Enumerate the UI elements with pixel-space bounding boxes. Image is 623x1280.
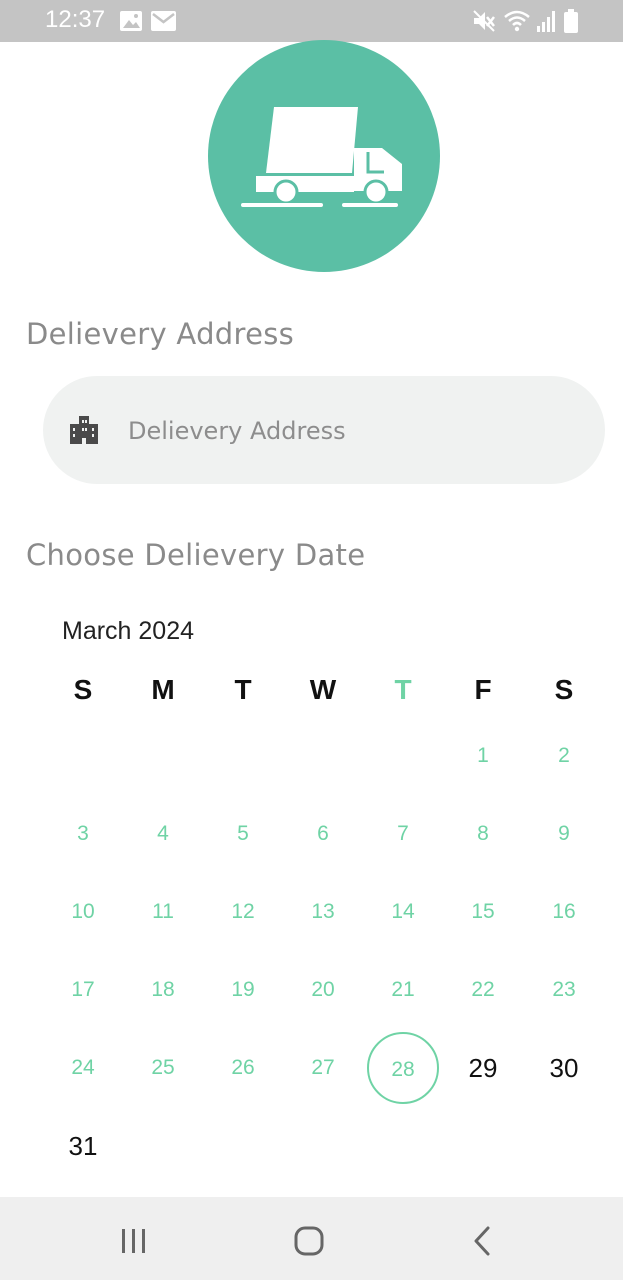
calendar-day[interactable]: 23	[528, 954, 600, 1026]
calendar-day[interactable]: 1	[447, 720, 519, 792]
calendar-day-selected[interactable]: 28	[367, 1032, 439, 1104]
calendar-day[interactable]: 31	[47, 1110, 119, 1182]
calendar-month-label[interactable]: March 2024	[62, 617, 194, 646]
calendar-day[interactable]: 2	[528, 720, 600, 792]
calendar-day[interactable]: 29	[447, 1032, 519, 1104]
calendar-day[interactable]: 13	[287, 876, 359, 948]
weekday-label: F	[474, 674, 492, 705]
calendar-day[interactable]: 19	[207, 954, 279, 1026]
calendar-day[interactable]: 26	[207, 1032, 279, 1104]
weekday-label: S	[73, 674, 93, 705]
delivery-truck-icon	[241, 107, 402, 207]
address-field[interactable]	[43, 376, 605, 484]
building-icon	[70, 416, 98, 444]
calendar-day[interactable]: 27	[287, 1032, 359, 1104]
calendar-day[interactable]: 6	[287, 798, 359, 870]
calendar-day[interactable]: 22	[447, 954, 519, 1026]
back-icon[interactable]	[461, 1219, 505, 1263]
navigation-bar	[0, 1197, 623, 1280]
calendar-day[interactable]: 3	[47, 798, 119, 870]
recent-apps-icon[interactable]	[112, 1219, 156, 1263]
weekday-label: S	[554, 674, 574, 705]
weekday-label: T	[394, 674, 412, 705]
calendar-day[interactable]: 30	[528, 1032, 600, 1104]
calendar-day[interactable]: 5	[207, 798, 279, 870]
calendar-day[interactable]: 14	[367, 876, 439, 948]
status-bar: 12:37	[0, 0, 623, 42]
date-section-title: Choose Delievery Date	[26, 538, 366, 572]
calendar-day[interactable]: 15	[447, 876, 519, 948]
status-time: 12:37	[45, 6, 106, 33]
battery-icon	[564, 9, 578, 33]
calendar-day[interactable]: 10	[47, 876, 119, 948]
image-icon	[120, 11, 142, 31]
calendar-day[interactable]: 20	[287, 954, 359, 1026]
address-input[interactable]	[126, 406, 570, 456]
calendar-day[interactable]: 18	[127, 954, 199, 1026]
wifi-icon	[504, 10, 530, 32]
calendar-day[interactable]: 7	[367, 798, 439, 870]
calendar-day[interactable]: 24	[47, 1032, 119, 1104]
signal-icon	[537, 11, 555, 32]
mute-icon	[473, 10, 495, 32]
calendar-day[interactable]: 12	[207, 876, 279, 948]
hero-badge	[208, 40, 440, 272]
calendar-day[interactable]: 9	[528, 798, 600, 870]
calendar-day[interactable]: 11	[127, 876, 199, 948]
home-icon[interactable]	[287, 1219, 331, 1263]
mail-icon	[151, 11, 176, 31]
calendar-day[interactable]: 8	[447, 798, 519, 870]
weekday-label: M	[151, 674, 175, 705]
address-section-title: Delievery Address	[26, 317, 295, 351]
calendar-day[interactable]: 17	[47, 954, 119, 1026]
calendar-day[interactable]: 25	[127, 1032, 199, 1104]
weekday-label: T	[234, 674, 252, 705]
weekday-label: W	[309, 674, 337, 705]
calendar-day[interactable]: 4	[127, 798, 199, 870]
calendar-day[interactable]: 16	[528, 876, 600, 948]
calendar-day[interactable]: 21	[367, 954, 439, 1026]
